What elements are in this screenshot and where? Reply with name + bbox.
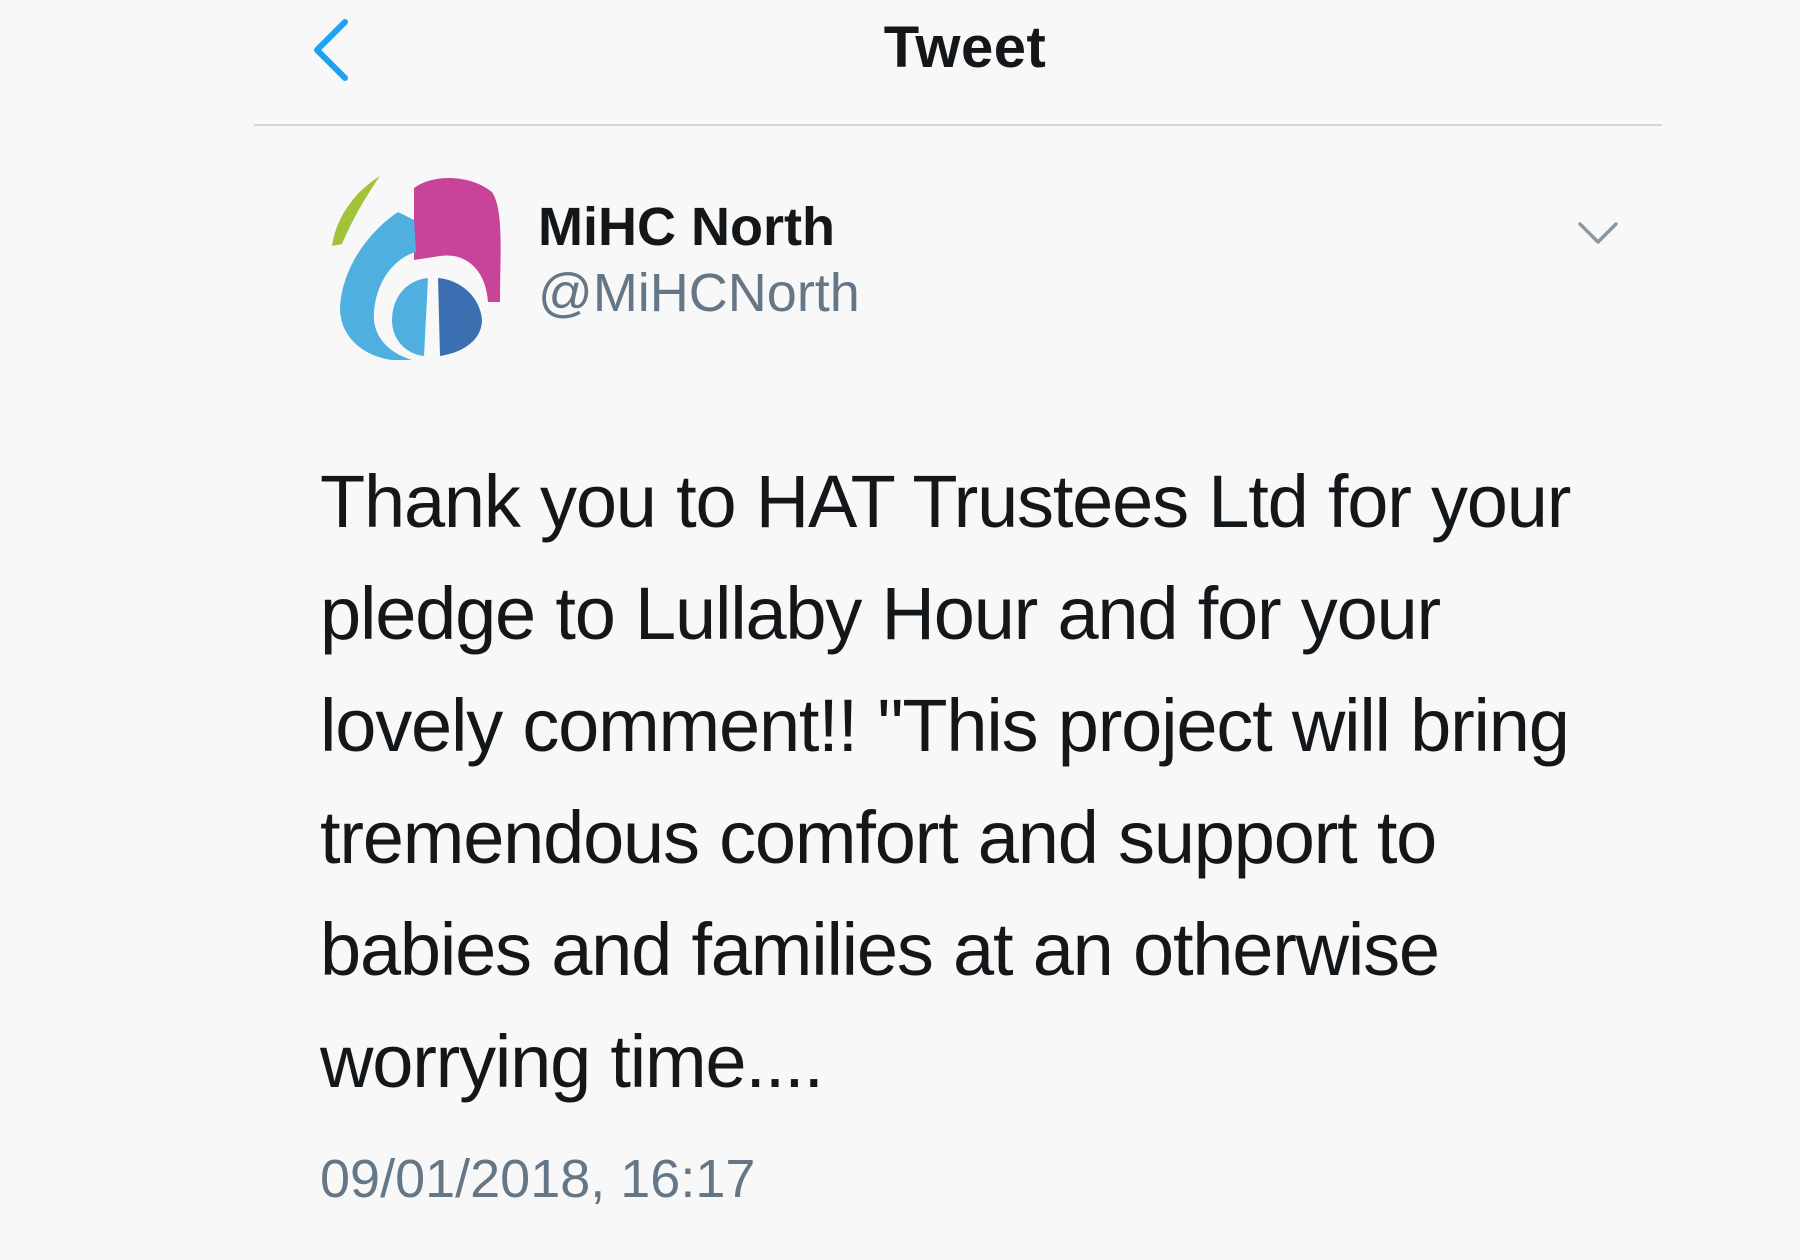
tweet-menu-button[interactable] [1568, 208, 1628, 258]
chevron-down-icon [1578, 222, 1618, 244]
author-name[interactable]: MiHC North [538, 196, 835, 258]
tweet-timestamp: 09/01/2018, 16:17 [320, 1149, 756, 1209]
avatar[interactable] [328, 174, 508, 360]
mihc-logo-icon [332, 176, 501, 360]
header-divider [254, 124, 1662, 126]
author-handle[interactable]: @MiHCNorth [538, 262, 860, 324]
navigation-bar: Tweet [0, 0, 1800, 126]
page-title: Tweet [883, 15, 1047, 80]
tweet-text: Thank you to HAT Trustees Ltd for your p… [320, 460, 1571, 1103]
